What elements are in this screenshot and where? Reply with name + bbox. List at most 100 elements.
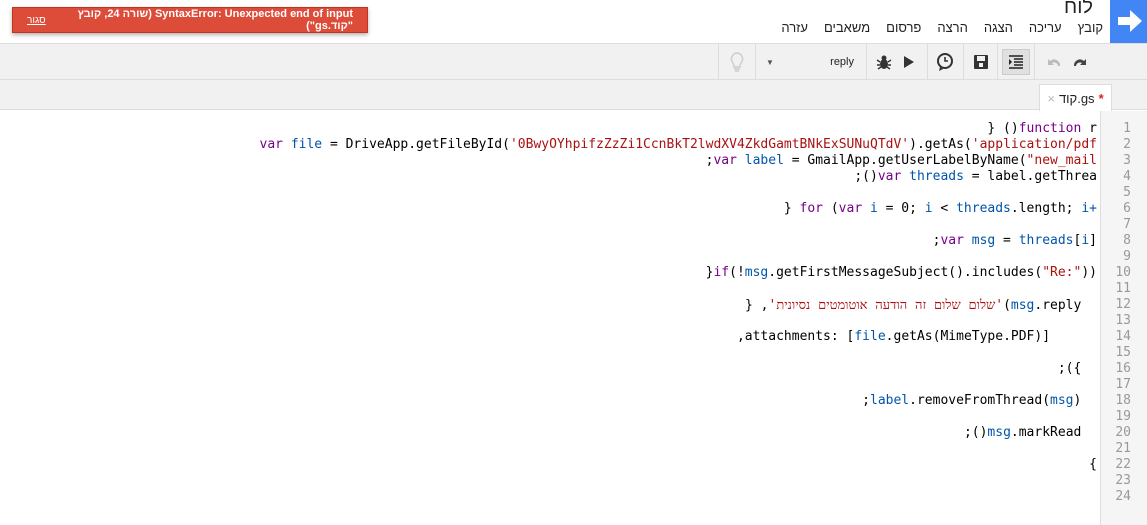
undo-icon: [1048, 59, 1061, 66]
code-token: for: [799, 201, 824, 216]
code-token: )): [1081, 265, 1097, 280]
code-token: = label.getThrea: [963, 169, 1097, 184]
code-token: var: [259, 137, 291, 152]
apps-script-logo[interactable]: [1110, 0, 1147, 43]
code-token: ;(): [854, 169, 878, 184]
code-line[interactable]: ;()msg.markRead: [964, 425, 1097, 441]
menu-resources[interactable]: משאבים: [816, 20, 878, 35]
line-number: 16: [1115, 361, 1131, 376]
code-line[interactable]: } ()function r: [987, 121, 1097, 137]
code-token: var: [713, 153, 745, 168]
code-token: i+: [1081, 201, 1097, 216]
menu-publish[interactable]: פרסום: [878, 20, 929, 35]
line-number: 5: [1123, 185, 1131, 200]
run-button[interactable]: [898, 44, 920, 80]
code-line[interactable]: ;label.removeFromThread(msg): [862, 393, 1097, 409]
code-line[interactable]: ;var label = GmailApp.getUserLabelByName…: [706, 153, 1097, 169]
code-token: threads: [956, 201, 1011, 216]
lightbulb-button[interactable]: [722, 44, 752, 80]
line-number: 11: [1115, 281, 1131, 296]
line-number: 7: [1123, 217, 1131, 232]
code-token: var: [940, 233, 972, 248]
code-token: '0BwyOYhpifzZzZi1CcnBkT2lwdXV4ZkdGamtBNk…: [509, 137, 910, 152]
code-token: 'שלום שלום זה הודעה אוטומטים נסיונית': [768, 298, 1004, 313]
code-token: ;(): [963, 425, 988, 440]
code-token: = DriveApp.getFileById(: [322, 137, 510, 152]
line-number: 10: [1115, 265, 1131, 280]
code-token: ;: [862, 393, 870, 408]
indent-button[interactable]: [1002, 49, 1030, 75]
code-token: 'application/pdf: [971, 137, 1097, 152]
function-select[interactable]: ▼ reply: [760, 44, 860, 80]
code-token: threads: [1018, 233, 1074, 248]
code-token: msg: [1010, 298, 1035, 313]
project-title[interactable]: לוח: [1064, 0, 1093, 19]
menu-edit[interactable]: עריכה: [1021, 20, 1070, 35]
menu-view[interactable]: הצגה: [976, 20, 1021, 35]
code-token: = GmailApp.getUserLabelByName(: [783, 153, 1027, 168]
code-token: if: [713, 265, 730, 280]
redo-button[interactable]: [1068, 44, 1092, 80]
code-token: label: [744, 153, 784, 168]
code-editor[interactable]: } ()function r var file = DriveApp.getFil…: [0, 111, 1098, 525]
menu-help[interactable]: עזרה: [773, 20, 816, 35]
triggers-button[interactable]: [932, 44, 958, 80]
line-number: 6: [1123, 201, 1131, 216]
lightbulb-icon: [730, 52, 744, 72]
triggers-icon: [937, 53, 953, 71]
code-token: <: [932, 201, 957, 216]
debug-button[interactable]: [872, 44, 896, 80]
line-number: 15: [1115, 345, 1131, 360]
line-number: 14: [1115, 329, 1131, 344]
line-number: 2: [1123, 137, 1131, 152]
error-banner: סגור SyntaxError: Unexpected end of inpu…: [12, 7, 368, 33]
code-line[interactable]: {: [1089, 457, 1097, 473]
modified-indicator: *: [1098, 90, 1104, 106]
code-line[interactable]: ;var msg = threads[i]: [933, 233, 1097, 249]
error-close-link[interactable]: סגור: [27, 15, 46, 26]
arrow-right-icon: [1118, 10, 1142, 32]
line-number: 1: [1123, 121, 1131, 136]
code-line[interactable]: } for (var i = 0; i < threads.length; i+: [784, 201, 1097, 217]
code-token: msg: [987, 425, 1011, 440]
line-number: 22: [1115, 457, 1131, 472]
undo-button[interactable]: [1042, 44, 1066, 80]
code-token: (: [823, 201, 839, 216]
tab-code-gs[interactable]: × קוד.gs *: [1039, 84, 1112, 111]
save-icon: [974, 55, 988, 69]
code-token: (: [1003, 298, 1011, 313]
line-number: 4: [1123, 169, 1131, 184]
code-token: i: [869, 201, 878, 216]
code-token: "Re:": [1042, 265, 1082, 280]
code-token: .getFirstMessageSubject().includes(: [768, 265, 1043, 280]
code-token: r: [1081, 121, 1097, 136]
line-number: 18: [1115, 393, 1131, 408]
toolbar: ▼ reply: [0, 43, 1147, 80]
menu-run[interactable]: הרצה: [929, 20, 976, 35]
code-line[interactable]: ;()var threads = label.getThrea: [854, 169, 1097, 185]
code-line[interactable]: var file = DriveApp.getFileById('0BwyOYh…: [260, 137, 1098, 153]
code-token: threads: [909, 169, 964, 184]
code-token: ]: [1089, 233, 1097, 248]
function-select-value: reply: [830, 56, 854, 68]
code-line[interactable]: }if(!msg.getFirstMessageSubject().includ…: [706, 265, 1097, 281]
save-button[interactable]: [968, 44, 994, 80]
code-token: file: [290, 137, 323, 152]
code-token: ,attachments: [: [736, 329, 855, 344]
code-token: .reply: [1034, 298, 1097, 313]
code-token: msg: [971, 233, 996, 248]
code-line[interactable]: ,attachments: [file.getAs(MimeType.PDF)]: [737, 329, 1097, 345]
line-number: 20: [1115, 425, 1131, 440]
line-number: 3: [1123, 153, 1131, 168]
menu-file[interactable]: קובץ: [1070, 20, 1111, 35]
error-message: SyntaxError: Unexpected end of input (שו…: [77, 8, 353, 32]
code-token: i: [924, 201, 933, 216]
indent-icon: [1009, 55, 1023, 69]
code-token: msg: [744, 265, 769, 280]
close-tab-icon[interactable]: ×: [1047, 91, 1055, 106]
code-token: (!: [729, 265, 745, 280]
code-token: ).getAs(: [909, 137, 972, 152]
code-line[interactable]: ;({: [1058, 361, 1097, 377]
code-line[interactable]: } ,'שלום שלום זה הודעה אוטומטים נסיונית'…: [745, 297, 1097, 313]
line-number: 23: [1115, 473, 1131, 488]
